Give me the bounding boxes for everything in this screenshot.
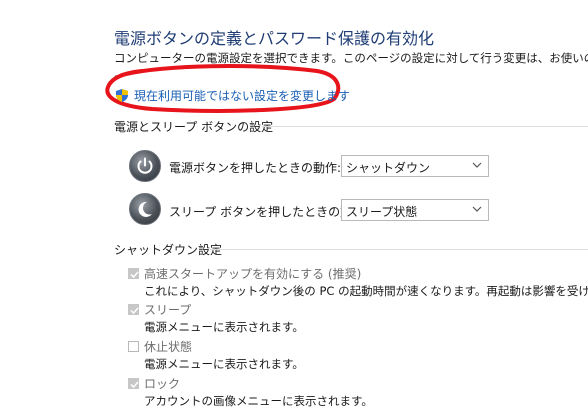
- lock-option-checkbox[interactable]: [128, 378, 139, 389]
- hibernate-option-description: 電源メニューに表示されます。: [144, 357, 304, 371]
- change-link-label: 現在利用可能ではない設定を変更します: [134, 89, 351, 103]
- power-button-action-value: シャットダウン: [346, 161, 431, 175]
- sleep-button-action-label: スリープ ボタンを押したときの動作:: [169, 205, 369, 219]
- page-title: 電源ボタンの定義とパスワード保護の有効化: [114, 29, 435, 48]
- fast-startup-description-text: これにより、シャットダウン後の PC の起動時間が速くなります。再起動は影響を受…: [144, 284, 588, 298]
- section-divider: [210, 249, 588, 250]
- fast-startup-description: これにより、シャットダウン後の PC の起動時間が速くなります。再起動は影響を受…: [144, 283, 588, 299]
- checkmark-icon: [130, 307, 139, 315]
- sleep-button-icon: [129, 193, 161, 225]
- chevron-down-icon: [472, 162, 482, 168]
- section-divider: [262, 126, 588, 127]
- sleep-button-action-select[interactable]: スリープ状態: [341, 199, 489, 221]
- fast-startup-label: 高速スタートアップを有効にする (推奨): [144, 267, 362, 281]
- sleep-option-checkbox[interactable]: [128, 304, 139, 315]
- sleep-option-description: 電源メニューに表示されます。: [144, 320, 304, 334]
- shield-icon: [116, 89, 128, 102]
- sleep-option-label: スリープ: [144, 303, 192, 317]
- sleep-button-action-value: スリープ状態: [346, 205, 418, 219]
- power-button-action-label: 電源ボタンを押したときの動作:: [169, 161, 342, 175]
- checkmark-icon: [130, 381, 139, 389]
- power-button-action-select[interactable]: シャットダウン: [341, 155, 489, 177]
- description-line-2: 。: [114, 67, 126, 81]
- shutdown-section-heading: シャットダウン設定: [114, 243, 223, 257]
- change-unavailable-settings-link[interactable]: 現在利用可能ではない設定を変更します: [116, 87, 350, 104]
- checkmark-icon: [130, 271, 139, 279]
- moon-icon: [138, 201, 152, 217]
- power-sleep-section-heading: 電源とスリープ ボタンの設定: [114, 120, 274, 134]
- page-description: コンピューターの電源設定を選択できます。このページの設定に対して行う変更は、お使…: [114, 50, 588, 82]
- lock-option-description: アカウントの画像メニューに表示されます。: [144, 394, 373, 408]
- hibernate-option-checkbox[interactable]: [128, 341, 139, 352]
- fast-startup-checkbox[interactable]: [128, 268, 139, 279]
- power-symbol-icon: [137, 157, 153, 174]
- power-button-icon: [129, 150, 161, 182]
- lock-option-label: ロック: [144, 377, 181, 391]
- description-line-1: コンピューターの電源設定を選択できます。このページの設定に対して行う変更は、お使…: [114, 51, 588, 65]
- power-options-page: 電源ボタンの定義とパスワード保護の有効化 コンピューターの電源設定を選択できます…: [0, 0, 588, 418]
- chevron-down-icon: [472, 206, 482, 212]
- hibernate-option-label: 休止状態: [144, 340, 193, 354]
